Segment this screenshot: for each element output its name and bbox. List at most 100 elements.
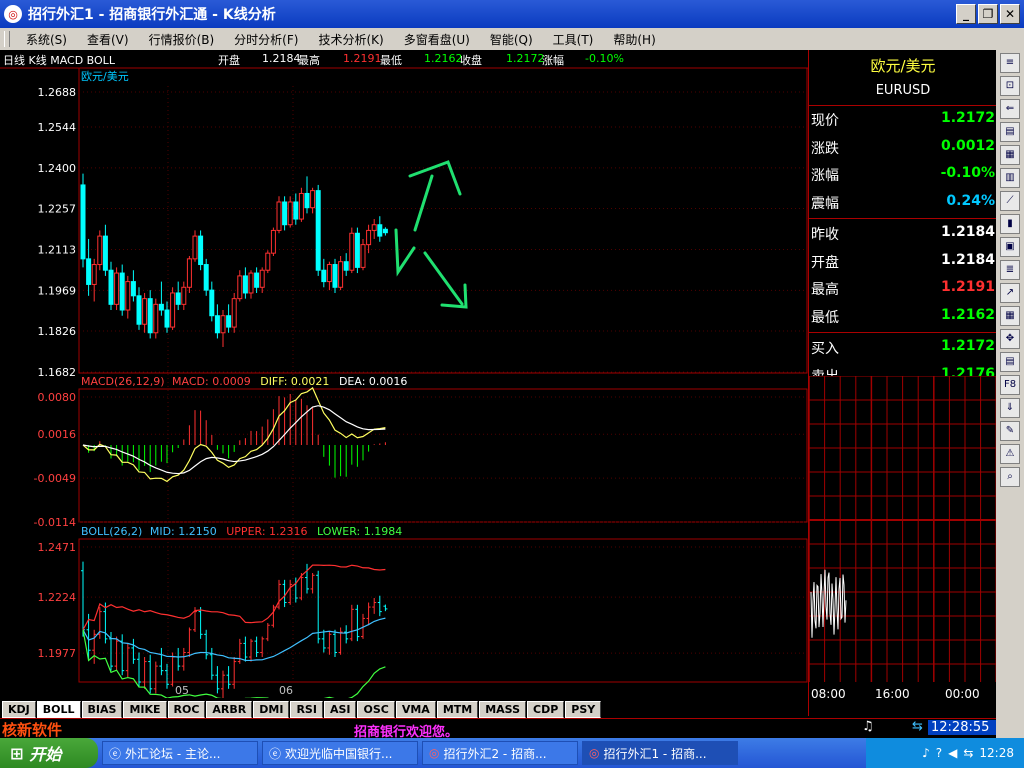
diff-value: DIFF: 0.0021	[260, 375, 329, 388]
candle-body	[91, 264, 97, 285]
quote-row-label: 震幅	[811, 195, 839, 212]
quote-row: 震幅 0.24%	[809, 189, 997, 216]
status-time: 12:28:55	[928, 720, 996, 735]
candle-body	[338, 261, 344, 288]
restore-button[interactable]: ❐	[978, 4, 998, 24]
tab-mike[interactable]: MIKE	[123, 701, 167, 718]
tab-roc[interactable]: ROC	[167, 701, 206, 718]
tab-bias[interactable]: BIAS	[81, 701, 123, 718]
boll-params: BOLL(26,2)	[81, 525, 142, 538]
start-button[interactable]: ⊞ 开始	[0, 738, 98, 768]
menu-view[interactable]: 查看(V)	[77, 31, 139, 48]
arrow-small-v	[394, 228, 416, 277]
candle-body	[136, 295, 142, 325]
candle-body	[248, 272, 254, 294]
tray-help-icon[interactable]: ?	[936, 746, 942, 760]
tab-mass[interactable]: MASS	[479, 701, 527, 718]
quote-list-icon[interactable]: ▤	[1000, 122, 1020, 142]
tab-boll[interactable]: BOLL	[36, 701, 81, 718]
intraday-chart[interactable]: 08:00 16:00 00:00	[809, 376, 997, 706]
multi-chart-icon[interactable]: ▣	[1000, 237, 1020, 257]
report-icon[interactable]: ▥	[1000, 168, 1020, 188]
crosshair-icon[interactable]: ⊡	[1000, 76, 1020, 96]
kline-icon[interactable]: ▮	[1000, 214, 1020, 234]
change-value: -0.10%	[585, 52, 624, 65]
tray-back-icon[interactable]: ◀	[948, 746, 957, 760]
warning-icon[interactable]: ⚠	[1000, 444, 1020, 464]
table-icon[interactable]: ▦	[1000, 145, 1020, 165]
intraday-time-tick: 00:00	[945, 687, 980, 701]
candle-body	[242, 275, 248, 294]
candle-body	[175, 292, 181, 305]
close-button[interactable]: ✕	[1000, 4, 1020, 24]
task-cmb2[interactable]: ◎ 招行外汇2 - 招商...	[422, 741, 578, 765]
x-tick-06: 06	[279, 684, 293, 697]
candle-body	[354, 232, 360, 268]
quote-row-value: 0.24%	[946, 192, 995, 209]
menu-tools[interactable]: 工具(T)	[543, 31, 604, 48]
menu-quotes[interactable]: 行情报价(B)	[139, 31, 225, 48]
quote-row-value: 1.2184	[940, 251, 995, 268]
quote-row-label: 涨幅	[811, 168, 839, 184]
candle-body	[147, 298, 153, 334]
bell-icon[interactable]: ♫	[862, 719, 874, 734]
indicator-icon[interactable]: ≣	[1000, 260, 1020, 280]
menu-technical[interactable]: 技术分析(K)	[308, 31, 393, 48]
quote-row-value: 0.0012	[940, 137, 995, 154]
menu-smart[interactable]: 智能(Q)	[480, 31, 543, 48]
tab-asi[interactable]: ASI	[323, 701, 357, 718]
status-bar: 核新软件 招商银行欢迎您。 12:28:55 ♫ ⇆	[0, 718, 996, 740]
task-boc[interactable]: ⓔ 欢迎光临中国银行...	[262, 741, 418, 765]
macd-plot	[82, 387, 386, 483]
candle-body	[181, 286, 187, 305]
pencil-icon[interactable]: ✎	[1000, 421, 1020, 441]
tab-arbr[interactable]: ARBR	[206, 701, 253, 718]
candle-body	[265, 252, 271, 271]
candle-body	[203, 264, 209, 291]
clock: 12:28	[979, 746, 1014, 760]
quote-row-label: 最低	[811, 309, 839, 326]
system-tray: ♪ ? ◀ ⇆ 12:28	[866, 738, 1024, 768]
menu-multiwindow[interactable]: 多窗看盘(U)	[394, 31, 480, 48]
tab-osc[interactable]: OSC	[357, 701, 395, 718]
arrange-icon[interactable]: ✥	[1000, 329, 1020, 349]
menu-intraday[interactable]: 分时分析(F)	[224, 31, 308, 48]
y-tick-label: -0.0114	[34, 516, 76, 529]
tray-network-icon[interactable]: ⇆	[963, 746, 973, 760]
tray-volume-icon[interactable]: ♪	[922, 746, 930, 760]
tab-psy[interactable]: PSY	[565, 701, 602, 718]
candle-body	[119, 272, 125, 311]
candle-body	[158, 303, 164, 311]
task-cmb1[interactable]: ◎ 招行外汇1 - 招商...	[582, 741, 738, 765]
chart-type-label: 日线 K线 MACD BOLL	[3, 54, 115, 67]
tab-rsi[interactable]: RSI	[290, 701, 323, 718]
kline-chart[interactable]: 1.2688 1.2544 1.2400 1.2257 1.2113 1.1969 1.18…	[0, 50, 808, 698]
tab-cdp[interactable]: CDP	[527, 701, 565, 718]
f8-key-icon[interactable]: F8	[1000, 375, 1020, 395]
network-icon[interactable]: ⇆	[912, 719, 923, 734]
grid-icon[interactable]: ▦	[1000, 306, 1020, 326]
candle-body	[153, 303, 159, 334]
menu-bar: 系统(S) 查看(V) 行情报价(B) 分时分析(F) 技术分析(K) 多窗看盘…	[0, 28, 1024, 50]
menu-system[interactable]: 系统(S)	[16, 31, 77, 48]
task-forum[interactable]: ⓔ 外汇论坛 - 主论...	[102, 741, 258, 765]
intraday-time-tick: 16:00	[875, 687, 910, 701]
tab-kdj[interactable]: KDJ	[2, 701, 36, 718]
download-icon[interactable]: ⇓	[1000, 398, 1020, 418]
task-cmb2-label: 招行外汇2 - 招商...	[443, 746, 547, 761]
trend-arrows-annotation	[394, 160, 468, 309]
candle-body	[343, 261, 349, 271]
y-tick-label: 1.1977	[38, 647, 77, 660]
trend-icon[interactable]: ↗	[1000, 283, 1020, 303]
back-arrow-icon[interactable]: ⇐	[1000, 99, 1020, 119]
tab-vma[interactable]: VMA	[395, 701, 436, 718]
tab-dmi[interactable]: DMI	[253, 701, 290, 718]
minimize-button[interactable]: _	[956, 4, 976, 24]
calendar-icon[interactable]: ▤	[1000, 352, 1020, 372]
tab-mtm[interactable]: MTM	[436, 701, 479, 718]
menu-help[interactable]: 帮助(H)	[603, 31, 665, 48]
search-icon[interactable]: ⌕	[1000, 467, 1020, 487]
toolbar-grip-icon[interactable]: ≡	[1000, 53, 1020, 73]
line-chart-icon[interactable]: ⟋	[1000, 191, 1020, 211]
y-tick-label: 1.2224	[38, 591, 77, 604]
